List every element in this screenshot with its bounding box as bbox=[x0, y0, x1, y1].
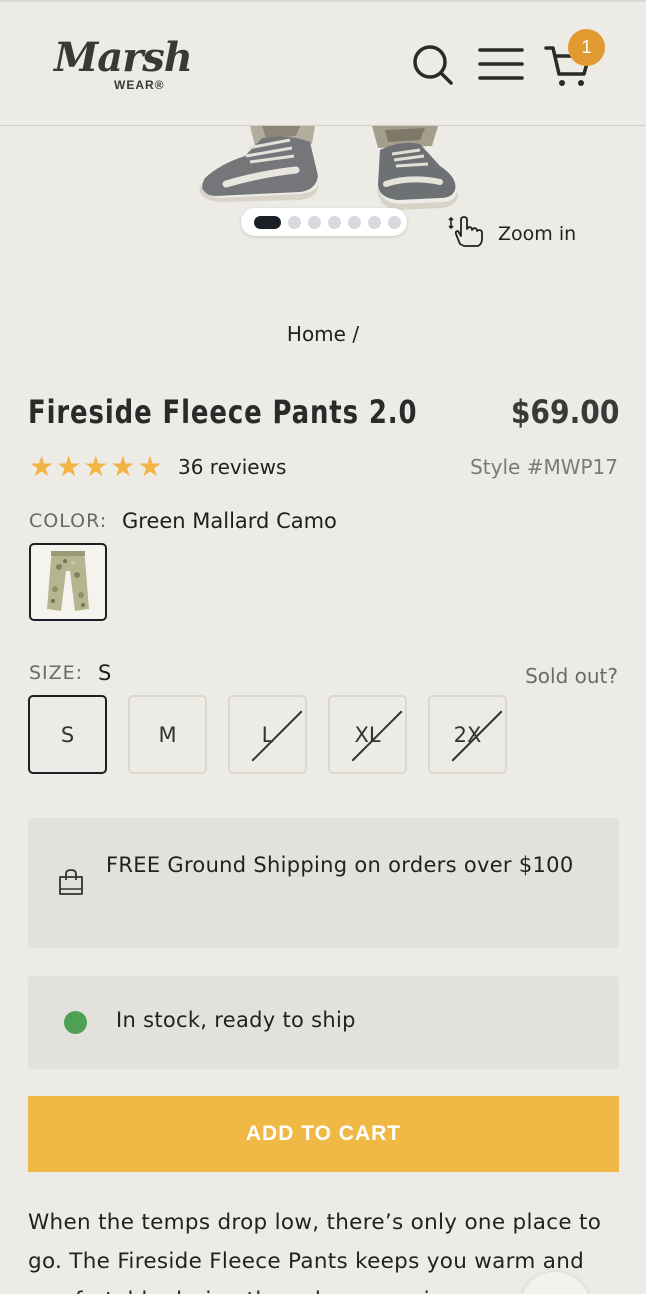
size-option-m[interactable]: M bbox=[128, 695, 207, 774]
gallery-dot[interactable] bbox=[348, 215, 361, 229]
gallery-dot[interactable] bbox=[308, 215, 321, 229]
size-value: S bbox=[98, 661, 112, 685]
product-title: Fireside Fleece Pants 2.0 bbox=[28, 393, 418, 431]
camo-pants-thumbnail bbox=[47, 551, 89, 611]
gallery-dot[interactable] bbox=[328, 215, 341, 229]
breadcrumb-home[interactable]: Home / bbox=[287, 322, 359, 346]
gallery-dot[interactable] bbox=[388, 215, 401, 229]
star-icon: ★ bbox=[56, 450, 82, 483]
size-option-s[interactable]: S bbox=[28, 695, 107, 774]
size-option-label: M bbox=[158, 722, 177, 747]
add-to-cart-button[interactable]: ADD TO CART bbox=[28, 1096, 619, 1172]
gallery-dot[interactable] bbox=[288, 215, 301, 229]
logo-subtitle: WEAR® bbox=[114, 78, 165, 92]
in-stock-indicator bbox=[64, 1011, 87, 1034]
breadcrumb[interactable]: Home / bbox=[0, 322, 646, 346]
cart-count-badge[interactable]: 1 bbox=[568, 29, 605, 66]
shipping-info-box: FREE Ground Shipping on orders over $100 bbox=[28, 818, 619, 948]
stock-status-box: In stock, ready to ship bbox=[28, 976, 619, 1069]
unavailable-strike bbox=[251, 710, 303, 762]
size-option-2x-unavailable[interactable]: 2X bbox=[428, 695, 507, 774]
product-price: $69.00 bbox=[510, 393, 619, 431]
pinch-zoom-icon bbox=[448, 214, 486, 253]
gallery-dot-active[interactable] bbox=[254, 215, 281, 229]
logo-script: Marsh bbox=[54, 34, 193, 81]
style-number: Style #MWP17 bbox=[470, 455, 618, 479]
stock-status-text: In stock, ready to ship bbox=[116, 1008, 356, 1032]
star-icon: ★ bbox=[137, 450, 163, 483]
gallery-dot[interactable] bbox=[368, 215, 381, 229]
color-swatch-green-mallard-camo[interactable] bbox=[29, 543, 107, 621]
reviews-link[interactable]: 36 reviews bbox=[178, 455, 286, 479]
color-label: COLOR: bbox=[29, 510, 108, 532]
color-value: Green Mallard Camo bbox=[122, 509, 337, 533]
star-icon: ★ bbox=[83, 450, 109, 483]
gallery-pagination[interactable] bbox=[241, 208, 407, 236]
shopping-bag-icon bbox=[58, 868, 84, 900]
size-label: SIZE: bbox=[29, 662, 84, 684]
shipping-text: FREE Ground Shipping on orders over $100 bbox=[106, 853, 574, 877]
rating-stars[interactable]: ★ ★ ★ ★ ★ bbox=[29, 453, 163, 481]
search-icon[interactable] bbox=[412, 42, 454, 90]
zoom-in-label: Zoom in bbox=[498, 222, 577, 245]
site-header: Marsh WEAR® 1 bbox=[0, 0, 646, 126]
size-option-l-unavailable[interactable]: L bbox=[228, 695, 307, 774]
size-options: S M L XL 2X bbox=[28, 695, 507, 774]
star-icon: ★ bbox=[29, 450, 55, 483]
menu-icon[interactable] bbox=[478, 46, 524, 86]
size-option-label: S bbox=[60, 722, 75, 747]
star-icon: ★ bbox=[110, 450, 136, 483]
zoom-in-button[interactable]: Zoom in bbox=[448, 214, 576, 253]
sold-out-link[interactable]: Sold out? bbox=[525, 664, 618, 688]
marsh-wear-logo[interactable]: Marsh WEAR® bbox=[54, 34, 194, 94]
size-option-xl-unavailable[interactable]: XL bbox=[328, 695, 407, 774]
